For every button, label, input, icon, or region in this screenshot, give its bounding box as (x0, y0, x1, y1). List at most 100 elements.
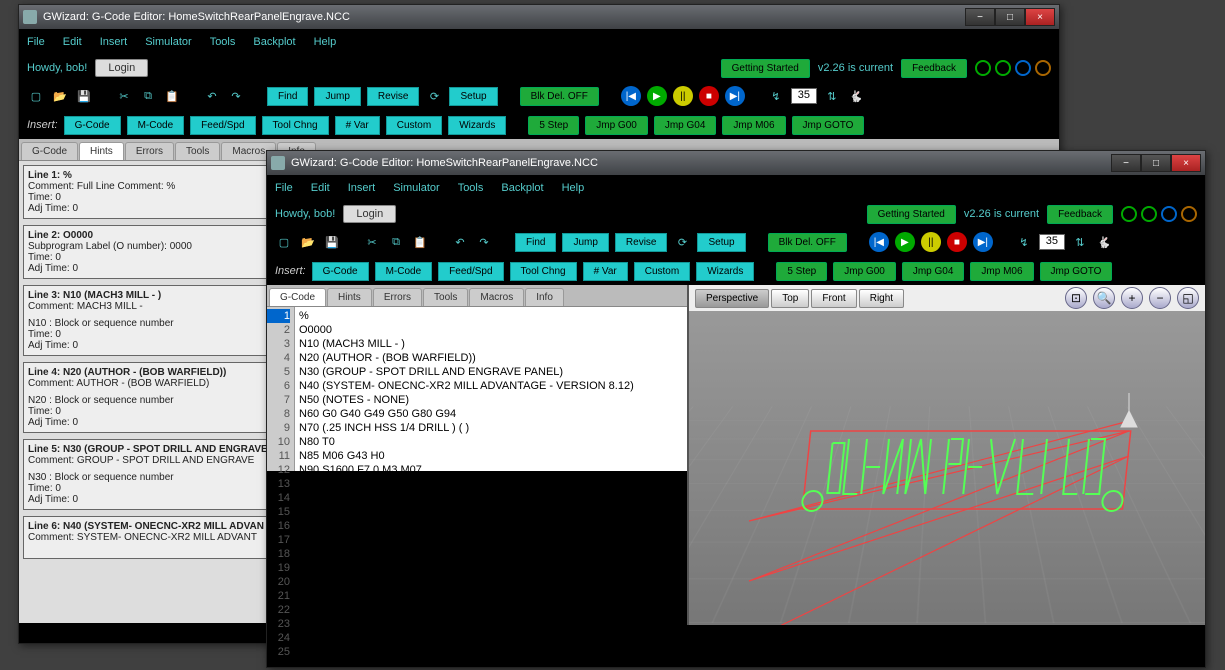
jmpgoto-button[interactable]: Jmp GOTO (1040, 262, 1113, 281)
open-icon[interactable]: 📂 (299, 233, 317, 251)
minimize-button[interactable]: − (965, 8, 995, 26)
tab-gcode[interactable]: G-Code (269, 288, 326, 306)
menu-insert[interactable]: Insert (348, 182, 376, 194)
menu-backplot[interactable]: Backplot (501, 182, 543, 194)
insert-wizards[interactable]: Wizards (448, 116, 506, 135)
insert-feedspd[interactable]: Feed/Spd (438, 262, 503, 281)
feedback-button[interactable]: Feedback (901, 59, 967, 78)
insert-var[interactable]: # Var (335, 116, 380, 135)
tab-errors[interactable]: Errors (373, 288, 422, 306)
zoom-fit-icon[interactable]: ⊡ (1065, 287, 1087, 309)
blkdel-button[interactable]: Blk Del. OFF (520, 87, 599, 106)
fivestep-button[interactable]: 5 Step (528, 116, 579, 135)
titlebar-front[interactable]: GWizard: G-Code Editor: HomeSwitchRearPa… (267, 151, 1205, 175)
tab-hints[interactable]: Hints (79, 142, 124, 160)
new-icon[interactable]: ▢ (27, 87, 45, 105)
undo-icon[interactable]: ↶ (451, 233, 469, 251)
menu-tools[interactable]: Tools (210, 36, 236, 48)
code-editor[interactable]: %O0000N10 (MACH3 MILL - )N20 (AUTHOR - (… (295, 307, 687, 471)
jump-button[interactable]: Jump (314, 87, 360, 106)
new-icon[interactable]: ▢ (275, 233, 293, 251)
find-button[interactable]: Find (267, 87, 308, 106)
status-icon-3[interactable] (1035, 60, 1051, 76)
status-icon-1[interactable] (1121, 206, 1137, 222)
insert-toolchng[interactable]: Tool Chng (262, 116, 329, 135)
titlebar[interactable]: GWizard: G-Code Editor: HomeSwitchRearPa… (19, 5, 1059, 29)
login-button[interactable]: Login (95, 59, 148, 77)
insert-gcode[interactable]: G-Code (64, 116, 121, 135)
redo-icon[interactable]: ↷ (475, 233, 493, 251)
rate-spinner[interactable]: ⇅ (1071, 233, 1089, 251)
view-front[interactable]: Front (811, 289, 856, 308)
copy-icon[interactable]: ⧉ (139, 87, 157, 105)
login-button[interactable]: Login (343, 205, 396, 223)
tab-errors[interactable]: Errors (125, 142, 174, 160)
pause-button[interactable]: || (921, 232, 941, 252)
setup-button[interactable]: Setup (449, 87, 497, 106)
pause-button[interactable]: || (673, 86, 693, 106)
tab-hints[interactable]: Hints (327, 288, 372, 306)
stop-button[interactable]: ■ (699, 86, 719, 106)
status-icon-1[interactable] (975, 60, 991, 76)
maximize-button[interactable]: □ (1141, 154, 1171, 172)
play-button[interactable]: ▶ (895, 232, 915, 252)
copy-icon[interactable]: ⧉ (387, 233, 405, 251)
tab-tools[interactable]: Tools (175, 142, 220, 160)
step-fwd-button[interactable]: ▶| (725, 86, 745, 106)
status-icon-2[interactable] (995, 60, 1011, 76)
getting-started-button[interactable]: Getting Started (721, 59, 810, 78)
cut-icon[interactable]: ✂ (115, 87, 133, 105)
paste-icon[interactable]: 📋 (411, 233, 429, 251)
open-icon[interactable]: 📂 (51, 87, 69, 105)
zoom-window-icon[interactable]: ◱ (1177, 287, 1199, 309)
rabbit-icon[interactable]: 🐇 (1095, 233, 1113, 251)
tab-info[interactable]: Info (525, 288, 564, 306)
help-icon[interactable] (1161, 206, 1177, 222)
insert-custom[interactable]: Custom (634, 262, 690, 281)
undo-icon[interactable]: ↶ (203, 87, 221, 105)
close-button[interactable]: × (1171, 154, 1201, 172)
view-right[interactable]: Right (859, 289, 904, 308)
jmpm06-button[interactable]: Jmp M06 (970, 262, 1033, 281)
menu-tools[interactable]: Tools (458, 182, 484, 194)
redo-icon[interactable]: ↷ (227, 87, 245, 105)
menu-edit[interactable]: Edit (63, 36, 82, 48)
insert-toolchng[interactable]: Tool Chng (510, 262, 577, 281)
zoom-in-icon[interactable]: + (1121, 287, 1143, 309)
feedback-button[interactable]: Feedback (1047, 205, 1113, 224)
jump-button[interactable]: Jump (562, 233, 608, 252)
insert-mcode[interactable]: M-Code (375, 262, 433, 281)
menu-insert[interactable]: Insert (100, 36, 128, 48)
insert-feedspd[interactable]: Feed/Spd (190, 116, 255, 135)
menu-backplot[interactable]: Backplot (253, 36, 295, 48)
minimize-button[interactable]: − (1111, 154, 1141, 172)
revise-button[interactable]: Revise (615, 233, 668, 252)
save-icon[interactable]: 💾 (75, 87, 93, 105)
insert-gcode[interactable]: G-Code (312, 262, 369, 281)
save-icon[interactable]: 💾 (323, 233, 341, 251)
jmpg04-button[interactable]: Jmp G04 (902, 262, 965, 281)
help-icon[interactable] (1015, 60, 1031, 76)
tab-macros[interactable]: Macros (469, 288, 524, 306)
status-icon-3[interactable] (1181, 206, 1197, 222)
maximize-button[interactable]: □ (995, 8, 1025, 26)
jmpg00-button[interactable]: Jmp G00 (833, 262, 896, 281)
insert-custom[interactable]: Custom (386, 116, 442, 135)
status-icon-2[interactable] (1141, 206, 1157, 222)
jmpg04-button[interactable]: Jmp G04 (654, 116, 717, 135)
cut-icon[interactable]: ✂ (363, 233, 381, 251)
zoom-out-icon[interactable]: − (1149, 287, 1171, 309)
jmpgoto-button[interactable]: Jmp GOTO (792, 116, 865, 135)
tab-tools[interactable]: Tools (423, 288, 468, 306)
menu-file[interactable]: File (27, 36, 45, 48)
tab-gcode[interactable]: G-Code (21, 142, 78, 160)
getting-started-button[interactable]: Getting Started (867, 205, 956, 224)
insert-wizards[interactable]: Wizards (696, 262, 754, 281)
rate-input[interactable]: 35 (791, 88, 817, 104)
revise-button[interactable]: Revise (367, 87, 420, 106)
view-top[interactable]: Top (771, 289, 809, 308)
insert-mcode[interactable]: M-Code (127, 116, 185, 135)
jmpm06-button[interactable]: Jmp M06 (722, 116, 785, 135)
setup-button[interactable]: Setup (697, 233, 745, 252)
menu-help[interactable]: Help (314, 36, 337, 48)
